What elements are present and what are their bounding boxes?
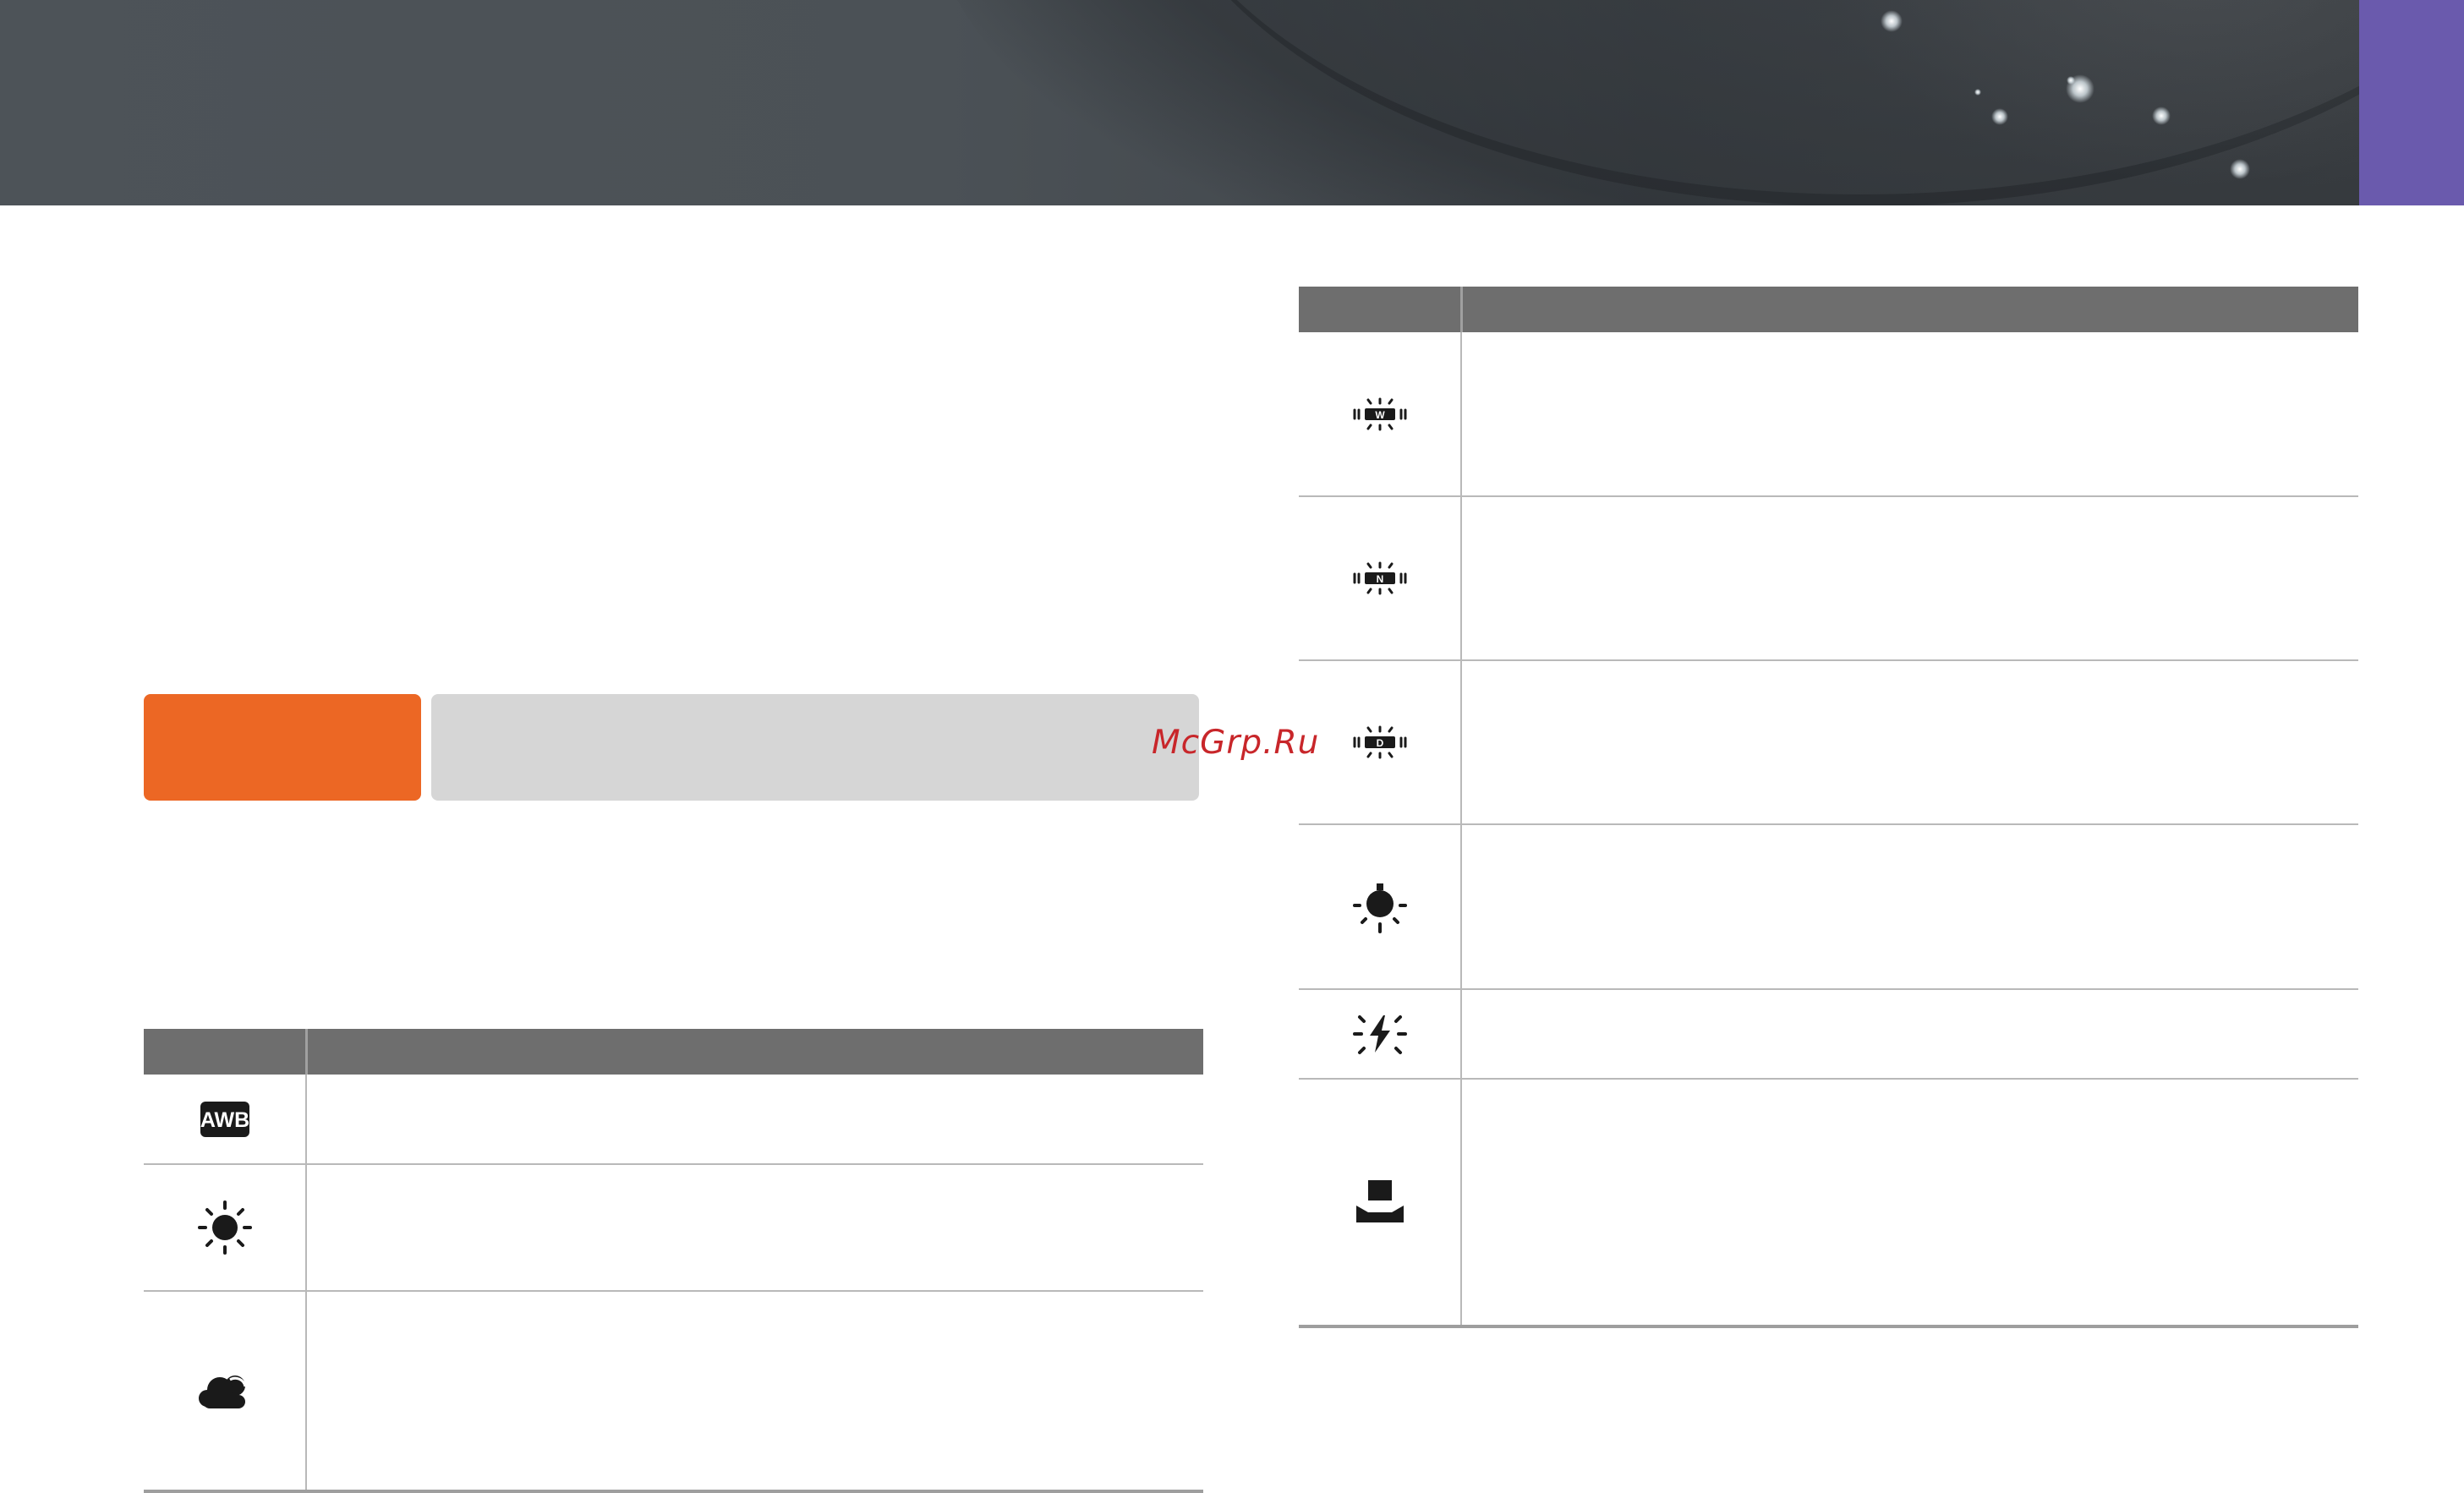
banner-sparkle xyxy=(2152,107,2171,125)
fluorescent-d-icon: D xyxy=(1299,661,1460,823)
table-header xyxy=(1299,287,2358,332)
fluorescent-n-icon: N xyxy=(1299,497,1460,659)
table-row: W xyxy=(1299,332,2358,495)
table-row xyxy=(1299,825,2358,988)
header-banner xyxy=(0,0,2359,205)
tungsten-bulb-icon xyxy=(1299,825,1460,988)
mode-description-block xyxy=(431,694,1199,801)
awb-badge-text: AWB xyxy=(200,1108,249,1132)
fluorescent-w-icon: W xyxy=(1299,332,1460,495)
daylight-sun-icon xyxy=(144,1165,305,1290)
banner-sparkle xyxy=(2230,159,2250,179)
table-bottom-rule xyxy=(1299,1325,2358,1328)
table-row xyxy=(144,1165,1203,1290)
table-row: N xyxy=(1299,497,2358,659)
fluorescent-badge-text: D xyxy=(1376,737,1383,749)
watermark: McGrp.Ru xyxy=(1152,724,1320,762)
header-divider xyxy=(1460,287,1463,332)
cloudy-icon xyxy=(144,1292,305,1491)
table-row xyxy=(1299,1080,2358,1325)
banner-sparkle xyxy=(1974,89,1981,96)
banner-sparkle xyxy=(2067,76,2075,85)
header-divider xyxy=(305,1029,308,1075)
awb-icon: AWB xyxy=(144,1075,305,1163)
table-header xyxy=(144,1029,1203,1075)
table-bottom-rule xyxy=(144,1490,1203,1493)
table-row xyxy=(1299,990,2358,1078)
flash-wb-icon xyxy=(1299,990,1460,1078)
table-row xyxy=(144,1292,1203,1491)
table-row: AWB xyxy=(144,1075,1203,1163)
banner-sparkle xyxy=(1881,10,1903,32)
chapter-tab[interactable] xyxy=(2359,0,2464,205)
custom-set-icon xyxy=(1299,1080,1460,1325)
banner-sparkle xyxy=(1991,108,2008,125)
fluorescent-badge-text: W xyxy=(1375,409,1385,421)
white-balance-table-left: AWB xyxy=(144,1029,1203,1493)
white-balance-table-right: W N D xyxy=(1299,287,2358,1330)
fluorescent-badge-text: N xyxy=(1376,573,1383,585)
mode-label-block xyxy=(144,694,421,801)
table-row: D xyxy=(1299,661,2358,823)
